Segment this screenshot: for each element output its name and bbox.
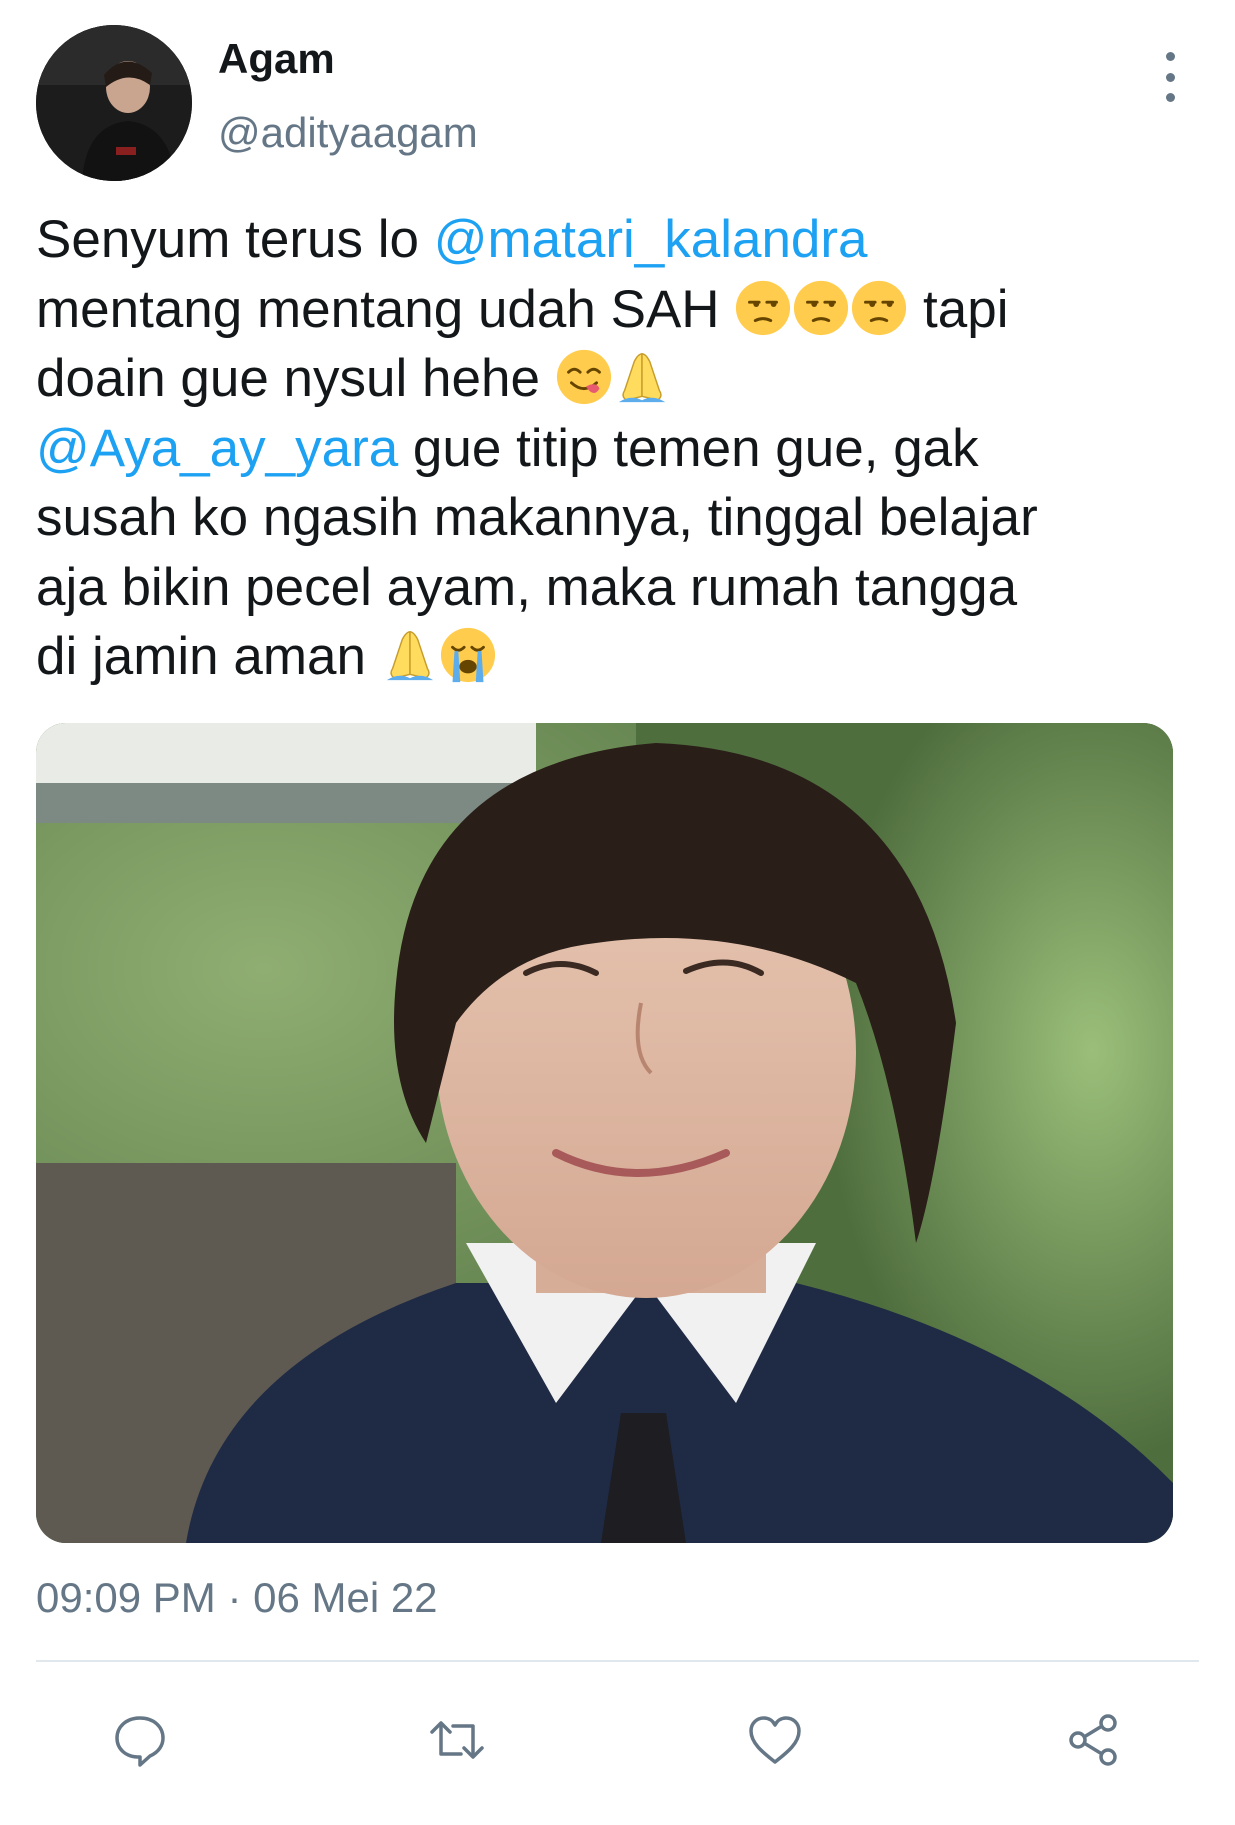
retweet-icon xyxy=(430,1721,484,1759)
tweet-text-segment: di jamin aman xyxy=(36,627,381,686)
tweet-photo[interactable] xyxy=(36,723,1173,1543)
tweet-text-segment: aja bikin pecel ayam, maka rumah tangga xyxy=(36,557,1018,617)
tweet-line: Senyum terus lo @matari_kalandra xyxy=(36,205,1201,275)
mention-link[interactable]: @Aya_ay_yara xyxy=(36,419,398,478)
tweet-text-segment: susah ko ngasih makannya, tinggal belaja… xyxy=(36,488,1038,547)
more-dot xyxy=(1165,93,1175,102)
more-dot xyxy=(1165,52,1175,61)
folded-hands-emoji xyxy=(381,626,439,684)
tweet-line: aja bikin pecel ayam, maka rumah tangga xyxy=(36,553,1201,623)
avatar-photo xyxy=(36,25,192,181)
tweet-text-segment: mentang mentang udah SAH xyxy=(36,279,735,339)
tweet-text: Senyum terus lo @matari_kalandra mentang… xyxy=(36,205,1201,692)
like-button[interactable] xyxy=(735,1700,815,1780)
tweet-line: susah ko ngasih makannya, tinggal belaja… xyxy=(36,483,1201,553)
tweet-line: mentang mentang udah SAH tapi xyxy=(36,275,1201,345)
tweet-line: @Aya_ay_yara gue titip temen gue, gak xyxy=(36,414,1201,484)
tweet-line: di jamin aman xyxy=(36,622,1201,692)
mention-link[interactable]: @matari_kalandra xyxy=(434,210,868,269)
share-icon xyxy=(1069,1714,1117,1766)
author-avatar[interactable] xyxy=(36,25,192,181)
tweet-text-segment: Senyum terus lo xyxy=(36,210,434,269)
face-savoring-food-emoji xyxy=(555,348,613,406)
share-button[interactable] xyxy=(1054,1700,1134,1780)
loudly-crying-face-emoji xyxy=(439,626,497,684)
unamused-face-emoji xyxy=(850,279,908,337)
more-dot xyxy=(1165,72,1175,82)
like-icon xyxy=(749,1716,801,1764)
folded-hands-emoji xyxy=(613,348,671,406)
tweet-text-segment: tapi xyxy=(908,279,1009,339)
photo-image xyxy=(36,723,1173,1543)
retweet-button[interactable] xyxy=(417,1700,497,1780)
reply-button[interactable] xyxy=(100,1700,180,1780)
author-display-name[interactable]: Agam xyxy=(218,38,335,80)
tweet-actions-bar xyxy=(0,1700,1235,1780)
unamused-face-emoji xyxy=(792,279,850,337)
reply-icon xyxy=(115,1716,165,1767)
tweet-text-segment: gue titip temen gue, gak xyxy=(398,418,979,478)
author-handle[interactable]: @adityaagam xyxy=(218,112,478,154)
divider xyxy=(36,1660,1199,1662)
unamused-face-emoji xyxy=(734,279,792,337)
tweet-line: doain gue nysul hehe xyxy=(36,344,1201,414)
tweet-timestamp[interactable]: 09:09 PM · 06 Mei 22 xyxy=(36,1577,438,1619)
tweet-text-segment: doain gue nysul hehe xyxy=(36,349,555,408)
more-options-button[interactable] xyxy=(1150,52,1190,102)
